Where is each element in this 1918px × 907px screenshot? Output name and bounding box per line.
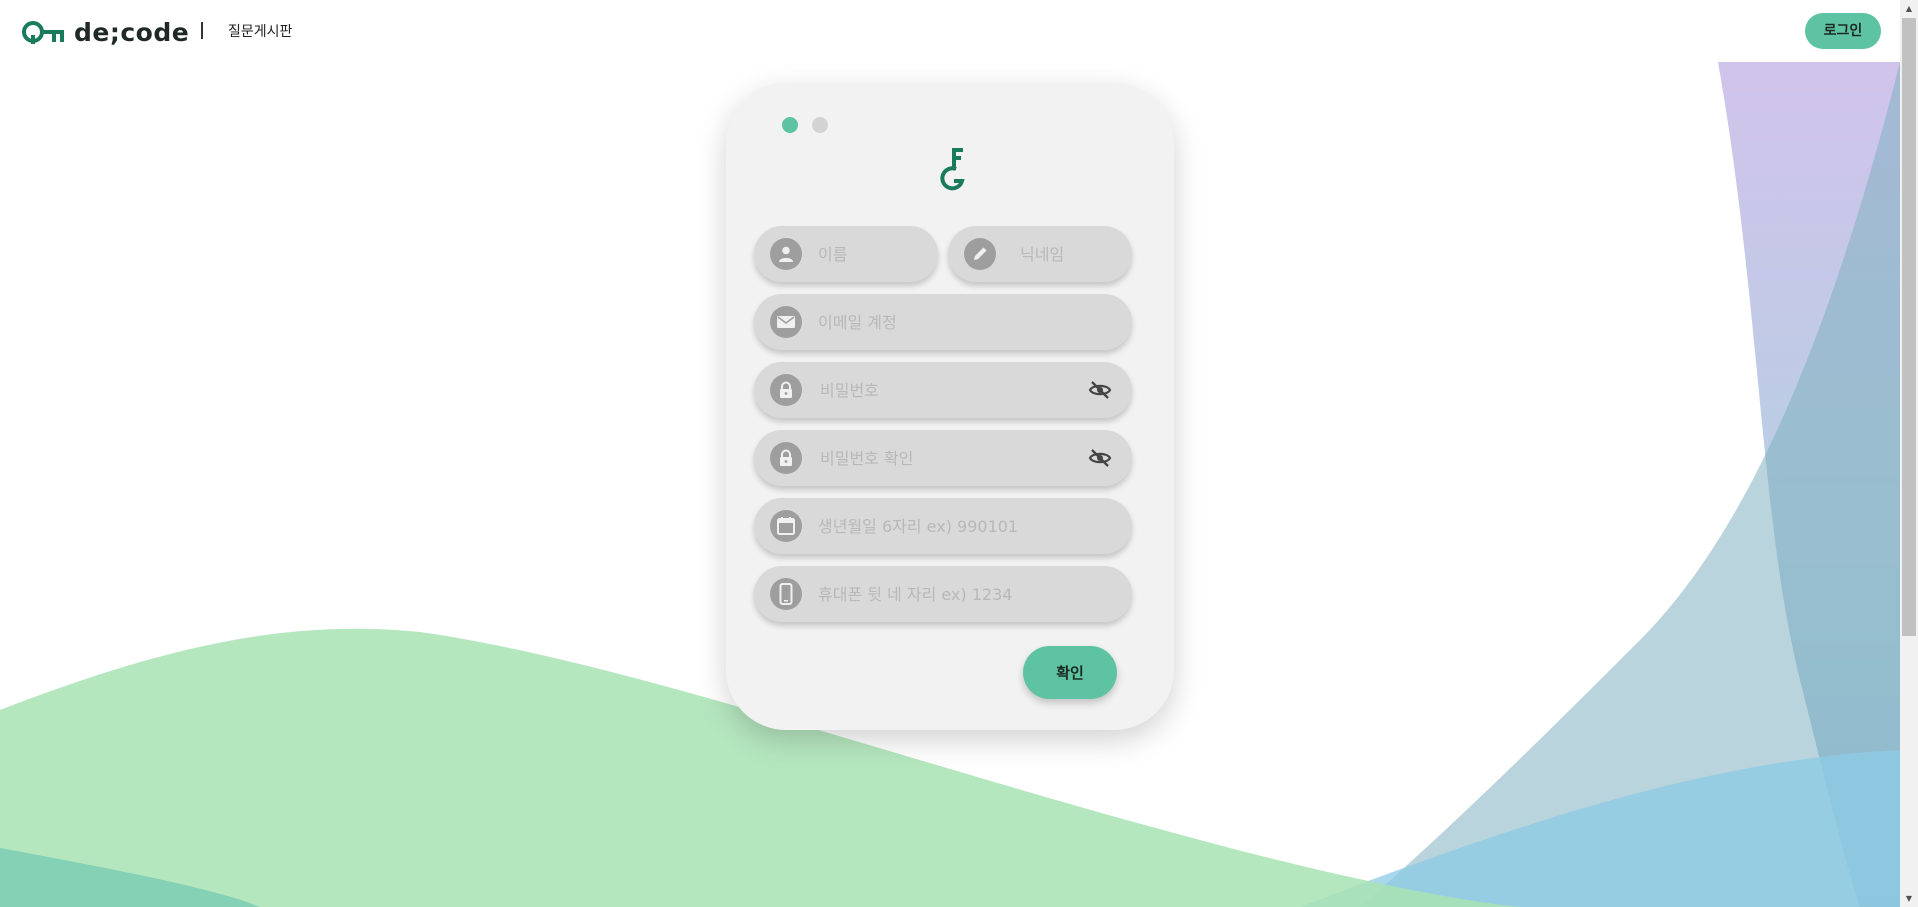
step-dot-active (782, 117, 798, 133)
logo-text: de;code (74, 18, 190, 47)
email-input[interactable] (818, 294, 1108, 350)
key-logo-icon (22, 20, 64, 44)
eye-off-icon[interactable] (1088, 378, 1112, 406)
mail-icon (770, 306, 802, 338)
phone-icon (770, 578, 802, 610)
scroll-down-arrow-icon[interactable]: ▼ (1900, 890, 1918, 907)
eye-off-icon[interactable] (1088, 446, 1112, 474)
step-dot-inactive (812, 117, 828, 133)
nickname-input[interactable] (1020, 226, 1120, 282)
lock-icon (770, 442, 802, 474)
phone-input[interactable] (818, 566, 1108, 622)
password-confirm-field (754, 430, 1132, 486)
key-g-logo-icon (940, 148, 965, 191)
password-input[interactable] (820, 362, 1060, 418)
scroll-up-arrow-icon[interactable]: ▲ (1900, 0, 1918, 17)
header-divider (201, 22, 203, 39)
pencil-icon (964, 238, 996, 270)
signup-card: 확인 (726, 83, 1174, 730)
birthdate-input[interactable] (818, 498, 1108, 554)
nickname-field (948, 226, 1132, 282)
name-field (754, 226, 938, 282)
top-header: de;code 질문게시판 로그인 (0, 0, 1900, 62)
phone-field (754, 566, 1132, 622)
site-logo[interactable]: de;code (22, 18, 189, 47)
lock-icon (770, 374, 802, 406)
person-icon (770, 238, 802, 270)
confirm-button[interactable]: 확인 (1023, 646, 1117, 699)
question-board-link[interactable]: 질문게시판 (228, 21, 292, 41)
calendar-icon (770, 510, 802, 542)
password-field (754, 362, 1132, 418)
email-field (754, 294, 1132, 350)
page-scrollbar[interactable]: ▲ ▼ (1900, 0, 1918, 907)
birthdate-field (754, 498, 1132, 554)
login-button[interactable]: 로그인 (1805, 13, 1881, 49)
password-confirm-input[interactable] (820, 430, 1060, 486)
scroll-thumb[interactable] (1902, 18, 1916, 636)
name-input[interactable] (818, 226, 928, 282)
